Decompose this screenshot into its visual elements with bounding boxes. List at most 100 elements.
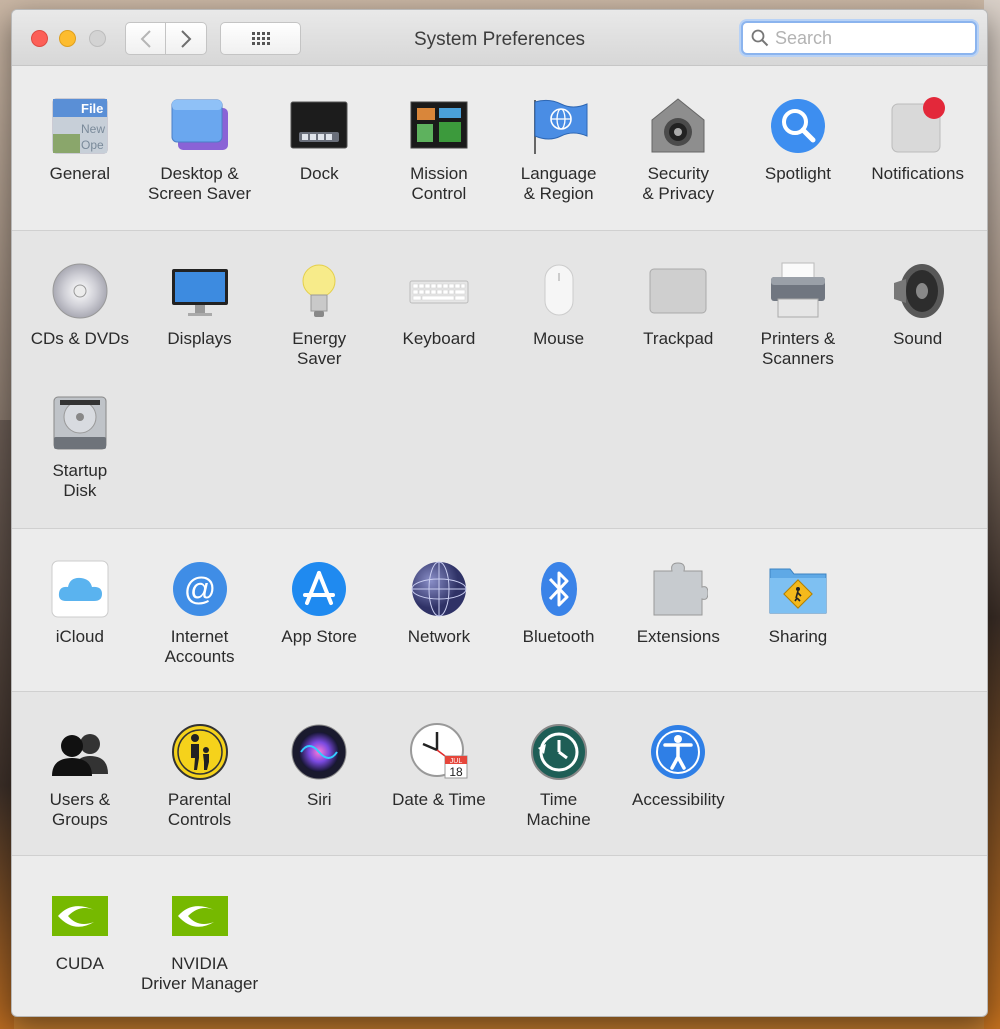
- users-icon: [50, 722, 110, 782]
- pref-label: Parental Controls: [167, 790, 232, 829]
- pref-label: Trackpad: [643, 329, 714, 348]
- pref-icloud[interactable]: iCloud: [20, 559, 140, 667]
- pref-cds-dvds[interactable]: CDs & DVDs: [20, 261, 140, 369]
- security-icon: [648, 96, 708, 156]
- dock-icon: [289, 96, 349, 156]
- extensions-icon: [648, 559, 709, 619]
- desktop-icon: [170, 96, 230, 156]
- pref-label: Network: [407, 627, 471, 646]
- pref-label: Dock: [299, 164, 339, 183]
- pref-nvidia-driver-manager[interactable]: NVIDIA Driver Manager: [140, 886, 260, 994]
- pref-sound[interactable]: Sound: [858, 261, 978, 369]
- pref-displays[interactable]: Displays: [140, 261, 260, 369]
- network-icon: [409, 559, 469, 619]
- pref-sharing[interactable]: Sharing: [738, 559, 858, 667]
- pref-label: Internet Accounts: [164, 627, 235, 666]
- pref-label: App Store: [281, 627, 358, 646]
- pref-mouse[interactable]: Mouse: [499, 261, 619, 369]
- svg-text:18: 18: [449, 765, 463, 779]
- icloud-icon: [50, 559, 110, 619]
- title-bar[interactable]: System Preferences: [12, 10, 987, 66]
- pref-spotlight[interactable]: Spotlight: [738, 96, 858, 204]
- svg-text:Ope: Ope: [81, 138, 104, 152]
- pref-label: Security & Privacy: [642, 164, 715, 203]
- pref-label: Accessibility: [631, 790, 725, 809]
- pref-siri[interactable]: Siri: [259, 722, 379, 830]
- internet-accounts-icon: @: [170, 559, 230, 619]
- spotlight-icon: [768, 96, 828, 156]
- pref-energy-saver[interactable]: Energy Saver: [259, 261, 379, 369]
- pref-date-time[interactable]: JUL 18 Date & Time: [379, 722, 499, 830]
- pref-extensions[interactable]: Extensions: [618, 559, 738, 667]
- pref-label: CUDA: [55, 954, 104, 973]
- pref-parental-controls[interactable]: Parental Controls: [140, 722, 260, 830]
- pref-label: Mission Control: [410, 164, 468, 203]
- pref-label: Siri: [306, 790, 332, 809]
- pref-label: Language & Region: [520, 164, 597, 203]
- pref-label: Extensions: [636, 627, 720, 646]
- section-system: Users & Groups Parental Controls Siri JU…: [12, 692, 987, 856]
- system-preferences-window: System Preferences File: [11, 9, 988, 1017]
- section-hardware: CDs & DVDs Displays Energy Saver Keyboar…: [12, 231, 987, 529]
- pref-desktop-screen-saver[interactable]: Desktop & Screen Saver: [140, 96, 260, 204]
- pref-cuda[interactable]: CUDA: [20, 886, 140, 994]
- pref-language-region[interactable]: Language & Region: [499, 96, 619, 204]
- cd-icon: [50, 261, 110, 321]
- trackpad-icon: [648, 261, 708, 321]
- language-icon: [529, 96, 589, 156]
- section-other: CUDA NVIDIA Driver Manager: [12, 856, 987, 1016]
- pref-label: Bluetooth: [522, 627, 595, 646]
- nvidia-icon: [50, 886, 110, 946]
- svg-text:@: @: [183, 571, 215, 607]
- pref-time-machine[interactable]: Time Machine: [499, 722, 619, 830]
- pref-label: NVIDIA Driver Manager: [140, 954, 259, 993]
- pref-label: Mouse: [533, 329, 585, 348]
- pref-label: Startup Disk: [52, 461, 108, 500]
- sharing-icon: [768, 559, 828, 619]
- bluetooth-icon: [529, 559, 589, 619]
- app-store-icon: [289, 559, 349, 619]
- pref-internet-accounts[interactable]: @ Internet Accounts: [140, 559, 260, 667]
- pref-label: Displays: [167, 329, 232, 348]
- search-field[interactable]: [741, 21, 977, 55]
- svg-text:File: File: [81, 101, 103, 116]
- pref-general[interactable]: File New Ope General: [20, 96, 140, 204]
- pref-printers-scanners[interactable]: Printers & Scanners: [738, 261, 858, 369]
- sound-icon: [888, 261, 948, 321]
- pref-keyboard[interactable]: Keyboard: [379, 261, 499, 369]
- pref-bluetooth[interactable]: Bluetooth: [499, 559, 619, 667]
- pref-startup-disk[interactable]: Startup Disk: [20, 393, 140, 501]
- pref-label: Date & Time: [392, 790, 486, 809]
- pref-label: Printers & Scanners: [760, 329, 836, 368]
- pref-mission-control[interactable]: Mission Control: [379, 96, 499, 204]
- pref-label: Desktop & Screen Saver: [148, 164, 252, 203]
- pref-accessibility[interactable]: Accessibility: [618, 722, 738, 830]
- pref-trackpad[interactable]: Trackpad: [618, 261, 738, 369]
- pref-label: Spotlight: [764, 164, 832, 183]
- pref-security-privacy[interactable]: Security & Privacy: [618, 96, 738, 204]
- accessibility-icon: [648, 722, 708, 782]
- disk-icon: [50, 393, 110, 453]
- mouse-icon: [529, 261, 589, 321]
- nvidia-icon: [170, 886, 230, 946]
- displays-icon: [170, 261, 230, 321]
- pref-network[interactable]: Network: [379, 559, 499, 667]
- pref-notifications[interactable]: Notifications: [858, 96, 978, 204]
- search-icon: [751, 29, 769, 47]
- pref-label: Sound: [893, 329, 943, 348]
- pref-label: Time Machine: [526, 790, 591, 829]
- svg-text:New: New: [81, 122, 105, 136]
- time-machine-icon: [529, 722, 589, 782]
- pref-label: Notifications: [871, 164, 964, 183]
- svg-text:JUL: JUL: [450, 758, 463, 765]
- printer-icon: [768, 261, 828, 321]
- keyboard-icon: [409, 261, 469, 321]
- pref-app-store[interactable]: App Store: [259, 559, 379, 667]
- search-input[interactable]: [775, 27, 965, 49]
- pref-label: iCloud: [55, 627, 104, 646]
- parental-icon: [170, 722, 230, 782]
- clock-icon: JUL 18: [409, 722, 469, 782]
- pref-dock[interactable]: Dock: [259, 96, 379, 204]
- general-icon: File New Ope: [50, 96, 110, 156]
- pref-users-groups[interactable]: Users & Groups: [20, 722, 140, 830]
